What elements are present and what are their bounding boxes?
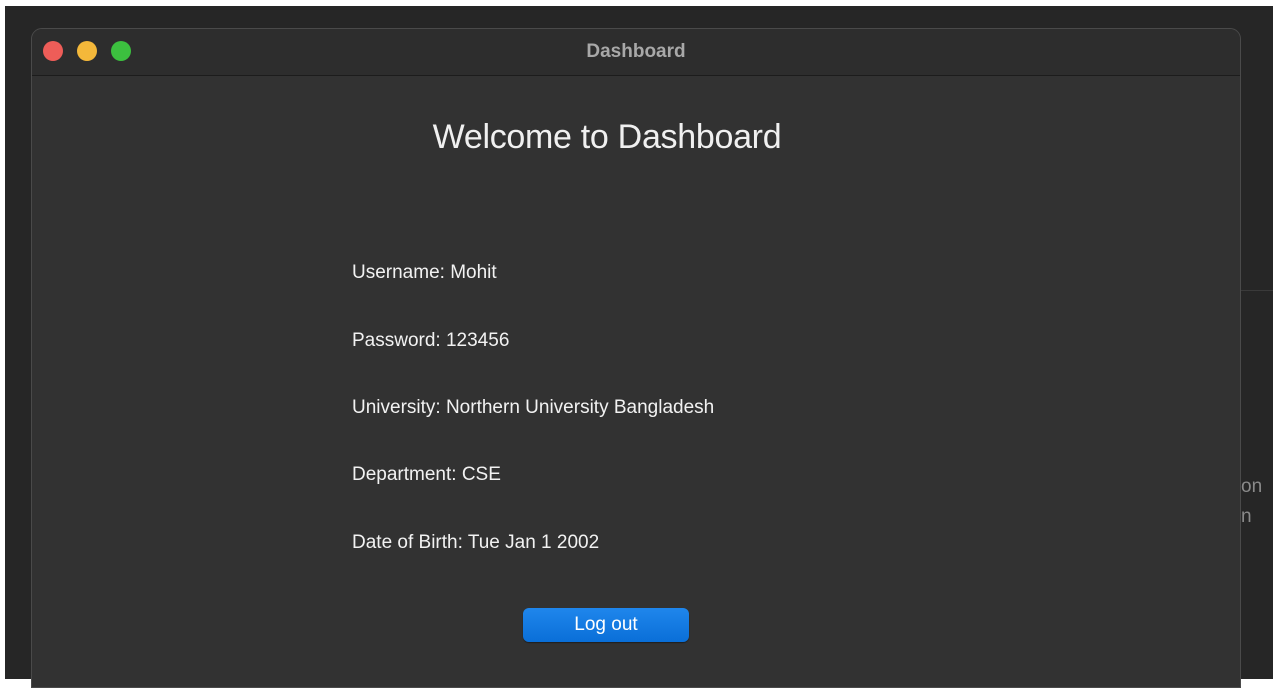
window-titlebar[interactable]: Dashboard — [32, 29, 1240, 76]
password-label: Password: 123456 — [352, 330, 510, 351]
university-label: University: Northern University Banglade… — [352, 397, 715, 418]
page-title: Welcome to Dashboard — [432, 118, 782, 156]
logout-button[interactable]: Log out — [523, 608, 689, 642]
date-of-birth-label: Date of Birth: Tue Jan 1 2002 — [352, 532, 600, 553]
background-divider — [1241, 290, 1273, 291]
username-label: Username: Mohit — [352, 262, 497, 283]
window-title: Dashboard — [586, 41, 686, 62]
department-label: Department: CSE — [352, 464, 501, 485]
dashboard-window: Dashboard Welcome to Dashboard Username:… — [31, 28, 1241, 688]
background-window-text: n — [1241, 506, 1252, 527]
background-window-text: on — [1241, 476, 1263, 497]
